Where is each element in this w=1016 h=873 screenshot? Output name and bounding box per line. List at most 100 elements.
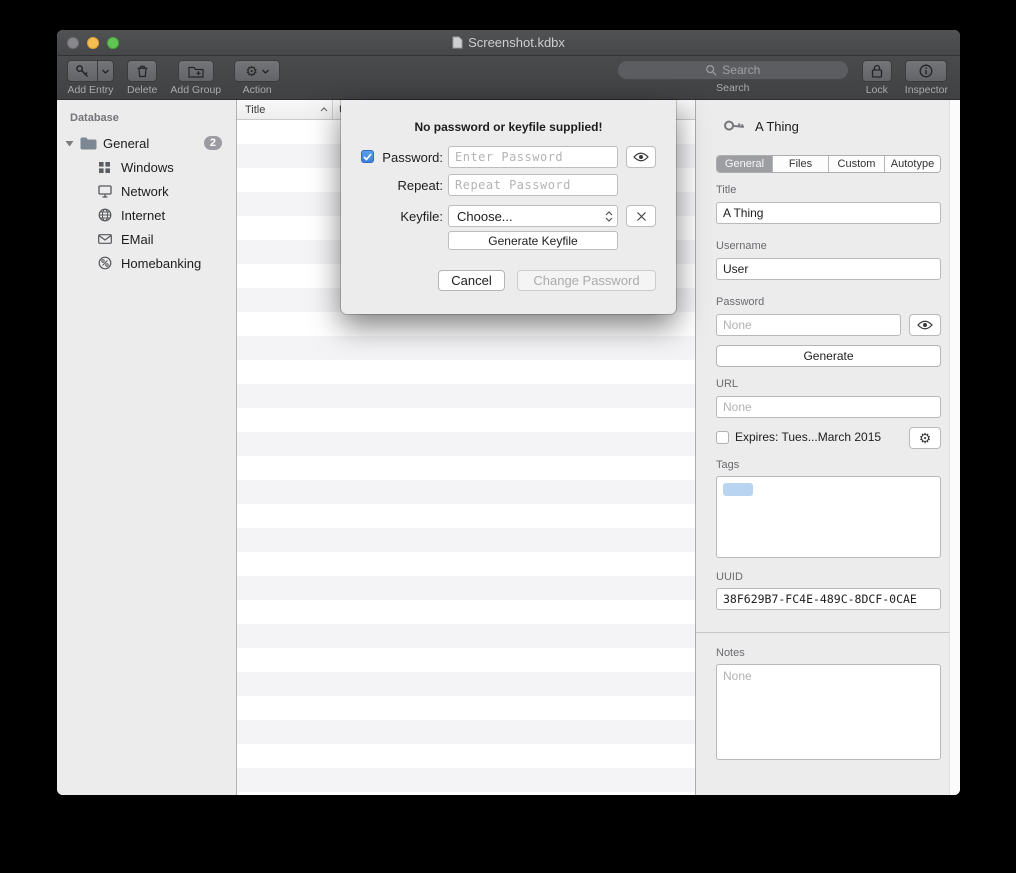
inspector-button[interactable]: [905, 60, 947, 82]
toolbar-item-add-group: Add Group: [170, 60, 221, 96]
repeat-password-input[interactable]: [448, 174, 618, 196]
toolbar-item-inspector: Inspector: [905, 60, 948, 96]
toolbar-item-delete: Delete: [127, 60, 157, 96]
entry-count-badge: 2: [204, 136, 222, 150]
info-icon: [919, 64, 933, 78]
inspector-scrollbar[interactable]: [949, 100, 960, 795]
expires-settings-button[interactable]: ⚙: [909, 427, 941, 449]
key-plus-icon: [68, 61, 98, 81]
expires-label: Expires: Tues...March 2015: [735, 430, 881, 444]
tags-box[interactable]: [716, 476, 941, 558]
keyfile-popup[interactable]: Choose...: [448, 205, 618, 227]
sidebar: Database General 2 Windows: [57, 100, 237, 795]
window-title-group: Screenshot.kdbx: [452, 35, 565, 50]
username-field[interactable]: [716, 258, 941, 280]
sidebar-item-homebanking[interactable]: Homebanking: [57, 251, 236, 275]
cancel-button[interactable]: Cancel: [438, 270, 505, 291]
tab-general[interactable]: General: [717, 156, 773, 172]
password-label: Password:: [377, 150, 443, 165]
document-icon: [452, 36, 463, 49]
disclosure-triangle-icon[interactable]: [65, 140, 74, 147]
password-field-label: Password: [716, 296, 764, 308]
titlebar: Screenshot.kdbx: [57, 30, 960, 56]
gear-icon: ⚙: [245, 64, 258, 78]
clear-keyfile-button[interactable]: [626, 205, 656, 227]
title-field-label: Title: [716, 184, 736, 196]
column-header-title[interactable]: Title: [237, 104, 332, 116]
envelope-icon: [97, 234, 112, 244]
folder-plus-icon: [188, 65, 204, 78]
username-field-label: Username: [716, 240, 767, 252]
traffic-lights: [67, 37, 119, 49]
change-password-button[interactable]: Change Password: [517, 270, 656, 291]
action-label: Action: [243, 84, 272, 96]
entry-header: A Thing: [724, 116, 799, 136]
password-input[interactable]: [448, 146, 618, 168]
sidebar-item-email[interactable]: EMail: [57, 227, 236, 251]
keyfile-label: Keyfile:: [377, 209, 443, 224]
sidebar-item-label: Internet: [121, 208, 165, 223]
url-field-label: URL: [716, 378, 738, 390]
title-field[interactable]: [716, 202, 941, 224]
eye-icon: [633, 152, 649, 162]
inspector-panel: A Thing General Files Custom Autotype Ti…: [695, 100, 960, 795]
sidebar-item-network[interactable]: Network: [57, 179, 236, 203]
column-title-label: Title: [245, 104, 265, 116]
notes-field[interactable]: [716, 664, 941, 760]
url-field[interactable]: [716, 396, 941, 418]
minimize-button[interactable]: [87, 37, 99, 49]
expires-row: Expires: Tues...March 2015: [716, 430, 881, 444]
toolbar-item-action: ⚙ Action: [234, 60, 280, 96]
chevron-down-icon[interactable]: [98, 61, 113, 81]
key-icon: [720, 112, 748, 140]
toolbar-item-lock: Lock: [862, 60, 892, 96]
tab-autotype[interactable]: Autotype: [885, 156, 940, 172]
expires-checkbox[interactable]: [716, 431, 729, 444]
add-group-label: Add Group: [170, 84, 221, 96]
tab-files[interactable]: Files: [773, 156, 829, 172]
chevron-down-icon: [262, 69, 269, 74]
sidebar-header: Database: [57, 108, 236, 131]
popup-chevrons-icon: [605, 211, 613, 222]
tag-chip[interactable]: [723, 483, 753, 496]
add-entry-label: Add Entry: [67, 84, 113, 96]
tags-label: Tags: [716, 459, 739, 471]
search-label: Search: [716, 82, 749, 94]
entry-title: A Thing: [755, 119, 799, 134]
uuid-field[interactable]: [716, 588, 941, 610]
toolbar: Add Entry Delete Add Group: [57, 56, 960, 100]
sort-ascending-icon: [320, 107, 328, 112]
trash-icon: [136, 64, 149, 78]
zoom-button[interactable]: [107, 37, 119, 49]
search-input[interactable]: Search: [617, 60, 849, 80]
generate-password-button[interactable]: Generate: [716, 345, 941, 367]
padlock-icon: [871, 64, 883, 78]
password-field[interactable]: [716, 314, 901, 336]
add-group-button[interactable]: [178, 60, 214, 82]
sidebar-item-label: Homebanking: [121, 256, 201, 271]
globe-icon: [97, 208, 112, 222]
add-entry-button[interactable]: [67, 60, 114, 82]
sidebar-item-windows[interactable]: Windows: [57, 155, 236, 179]
search-icon: [705, 64, 717, 76]
eye-icon: [917, 320, 933, 330]
lock-button[interactable]: [862, 60, 892, 82]
tab-custom[interactable]: Custom: [829, 156, 885, 172]
action-button[interactable]: ⚙: [234, 60, 280, 82]
lock-label: Lock: [866, 84, 888, 96]
sidebar-item-label: Windows: [121, 160, 174, 175]
close-button[interactable]: [67, 37, 79, 49]
password-checkbox[interactable]: [361, 150, 374, 163]
show-password-button[interactable]: [626, 146, 656, 168]
inspector-label: Inspector: [905, 84, 948, 96]
delete-button[interactable]: [127, 60, 157, 82]
notes-label: Notes: [716, 647, 745, 659]
show-password-button[interactable]: [909, 314, 941, 336]
keyfile-popup-value: Choose...: [457, 209, 513, 224]
sidebar-item-general[interactable]: General 2: [57, 131, 236, 155]
grid-icon: [97, 161, 112, 174]
generate-keyfile-button[interactable]: Generate Keyfile: [448, 231, 618, 250]
sidebar-item-internet[interactable]: Internet: [57, 203, 236, 227]
app-window: Screenshot.kdbx Add Entry: [57, 30, 960, 795]
toolbar-item-search: Search Search: [617, 60, 849, 94]
